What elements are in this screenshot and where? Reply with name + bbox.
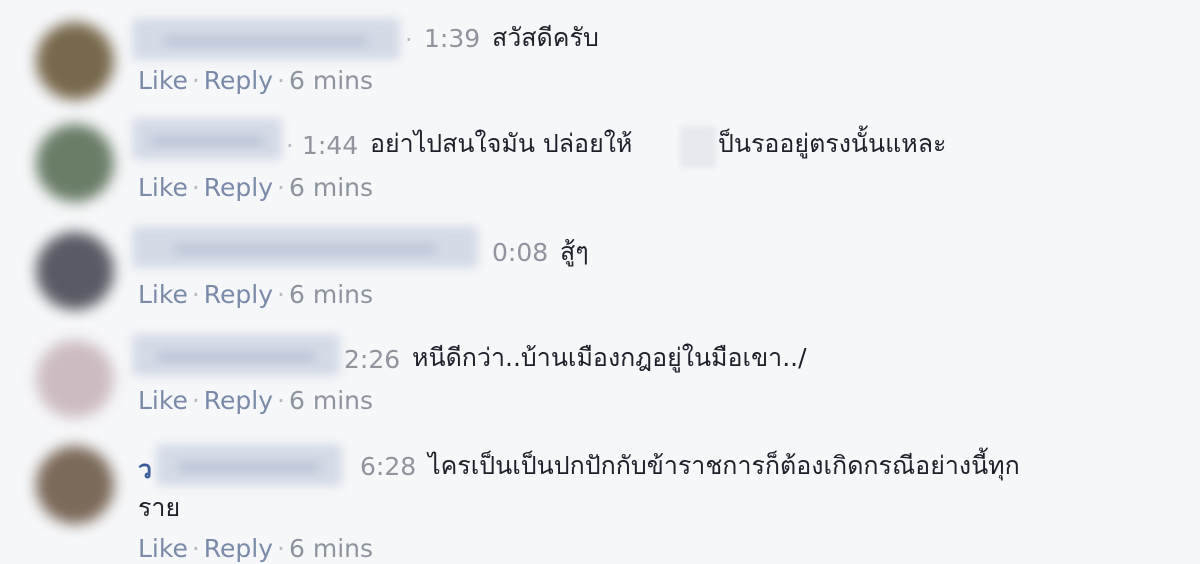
author-name-initial[interactable]: ว <box>138 450 152 490</box>
comment-actions: Like · Reply · 6 mins <box>138 280 373 309</box>
reply-link[interactable]: Reply <box>204 534 273 563</box>
separator-dot: · <box>405 26 413 54</box>
separator-dot: · <box>277 280 285 309</box>
reply-link[interactable]: Reply <box>204 280 273 309</box>
author-name-redacted[interactable] <box>132 226 478 268</box>
comment-text-part-2: ป็นรออยู่ตรงนั้นแหละ <box>718 129 947 158</box>
redacted-word <box>680 126 716 168</box>
comment-age[interactable]: 6 mins <box>289 534 373 563</box>
author-name-redacted[interactable] <box>132 118 282 160</box>
separator-dot: · <box>191 386 200 415</box>
comment-text-part-1: อย่าไปสนใจมัน ปล่อยให้ <box>370 129 633 158</box>
comment-timestamp[interactable]: 2:26 <box>344 345 400 374</box>
avatar[interactable] <box>36 340 114 418</box>
like-link[interactable]: Like <box>138 66 188 95</box>
like-link[interactable]: Like <box>138 173 188 202</box>
separator-dot: · <box>277 534 285 563</box>
comment-actions: Like · Reply · 6 mins <box>138 173 373 202</box>
avatar[interactable] <box>36 446 114 524</box>
comment-age[interactable]: 6 mins <box>289 280 373 309</box>
avatar[interactable] <box>36 232 114 310</box>
comment-timestamp[interactable]: 1:39 <box>424 24 480 53</box>
comment-actions: Like · Reply · 6 mins <box>138 386 373 415</box>
separator-dot: · <box>191 173 200 202</box>
reply-link[interactable]: Reply <box>204 173 273 202</box>
comment-text: หนีดีกว่า..บ้านเมืองกฎอยู่ในมือเขา../ <box>412 343 807 372</box>
comment-age[interactable]: 6 mins <box>289 66 373 95</box>
separator-dot: · <box>277 386 285 415</box>
reply-link[interactable]: Reply <box>204 386 273 415</box>
author-name-redacted[interactable] <box>132 334 340 376</box>
reply-link[interactable]: Reply <box>204 66 273 95</box>
comment-age[interactable]: 6 mins <box>289 173 373 202</box>
avatar[interactable] <box>36 22 114 100</box>
comment-text: สู้ๆ <box>560 237 589 266</box>
separator-dot: · <box>191 280 200 309</box>
comment-timestamp[interactable]: 1:44 <box>302 131 358 160</box>
comment-timestamp[interactable]: 0:08 <box>492 238 548 267</box>
author-name-redacted[interactable] <box>156 444 342 486</box>
comment-actions: Like · Reply · 6 mins <box>138 534 373 563</box>
separator-dot: · <box>277 66 285 95</box>
comment-text: สวัสดีครับ <box>492 23 599 52</box>
comment-age[interactable]: 6 mins <box>289 386 373 415</box>
separator-dot: · <box>277 173 285 202</box>
comment-actions: Like · Reply · 6 mins <box>138 66 373 95</box>
like-link[interactable]: Like <box>138 280 188 309</box>
avatar[interactable] <box>36 124 114 202</box>
author-name-redacted[interactable] <box>132 18 400 60</box>
separator-dot: · <box>286 132 294 160</box>
separator-dot: · <box>191 66 200 95</box>
like-link[interactable]: Like <box>138 534 188 563</box>
like-link[interactable]: Like <box>138 386 188 415</box>
separator-dot: · <box>191 534 200 563</box>
comment-text-line-2: ราย <box>138 493 181 522</box>
comment-text-line-1: ไครเป็นเป็นปกปักกับข้าราชการก็ต้องเกิดกร… <box>428 451 1020 480</box>
comment-timestamp[interactable]: 6:28 <box>360 452 416 481</box>
